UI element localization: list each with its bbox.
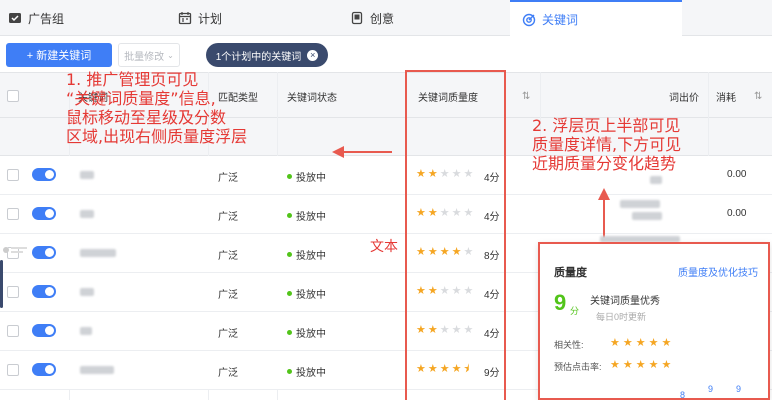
side-drawer-handle[interactable] [0, 260, 3, 308]
quality-tips-link[interactable]: 质量度及优化技巧 [678, 264, 758, 279]
trend-value: 9 [736, 384, 742, 394]
star-icon: ★ [622, 337, 633, 349]
star-icon: ★ [635, 359, 646, 371]
star-icon: ★ [661, 337, 672, 349]
quality-score-unit: 分 [570, 306, 580, 316]
star-icon: ★ [610, 359, 620, 371]
arrow-up-icon [598, 188, 610, 238]
update-note: 每日0时更新 [596, 312, 647, 322]
ctr-label: 预估点击率: [554, 362, 602, 372]
popover-title: 质量度 [554, 267, 587, 279]
star-icon: ★ [610, 337, 620, 349]
star-icon: ★ [622, 359, 633, 371]
quality-score: 9 [554, 290, 567, 315]
trend-value: 9 [708, 384, 714, 394]
watermark-logo [3, 247, 27, 253]
star-icon: ★ [661, 359, 672, 371]
relevance-label: 相关性: [554, 340, 584, 350]
ctr-stars: ★ ★ ★ ★ ★ [610, 358, 671, 371]
quality-description: 关键词质量优秀 [590, 296, 660, 307]
trend-value: 8 [680, 390, 686, 400]
star-icon: ★ [648, 359, 659, 371]
quality-popover: 质量度 质量度及优化技巧 9 分 关键词质量优秀 每日0时更新 相关性: ★ ★ ★… [538, 242, 770, 400]
arrow-left-icon [332, 146, 392, 158]
relevance-stars: ★ ★ ★ ★ ★ [610, 336, 671, 349]
star-icon: ★ [648, 337, 659, 349]
star-icon: ★ [635, 337, 646, 349]
